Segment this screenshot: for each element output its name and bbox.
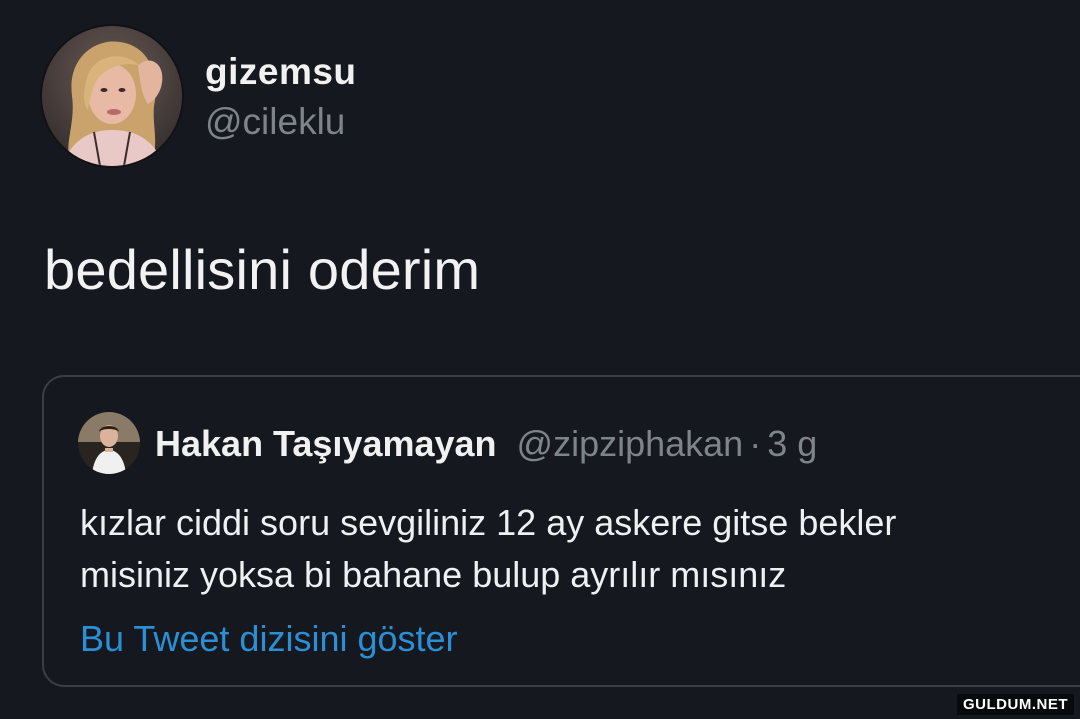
author-avatar[interactable] [42,26,182,166]
profile-photo-avatar-icon [78,412,140,474]
author-display-name[interactable]: gizemsu [205,50,357,94]
profile-photo-avatar-icon [42,26,182,166]
quoted-tweet-header: Hakan Taşıyamayan @zipziphakan · 3 g [155,420,817,468]
quoted-author-avatar[interactable] [78,412,140,474]
quoted-author-display-name[interactable]: Hakan Taşıyamayan [155,420,497,468]
author-handle[interactable]: @cileklu [205,100,345,144]
quoted-author-handle[interactable]: @zipziphakan [517,420,744,468]
quoted-tweet-text-line: misiniz yoksa bi bahane bulup ayrılır mı… [80,554,787,595]
show-thread-link[interactable]: Bu Tweet dizisini göster [80,615,458,663]
site-watermark: GULDUM.NET [957,694,1074,715]
dot-separator: · [749,423,762,464]
quoted-tweet-text-line: kızlar ciddi soru sevgiliniz 12 ay asker… [80,502,897,543]
tweet-text: bedellisini oderim [44,238,481,301]
quoted-tweet-text: kızlar ciddi soru sevgiliniz 12 ay asker… [80,497,1070,601]
quoted-tweet-timestamp[interactable]: 3 g [767,420,817,468]
